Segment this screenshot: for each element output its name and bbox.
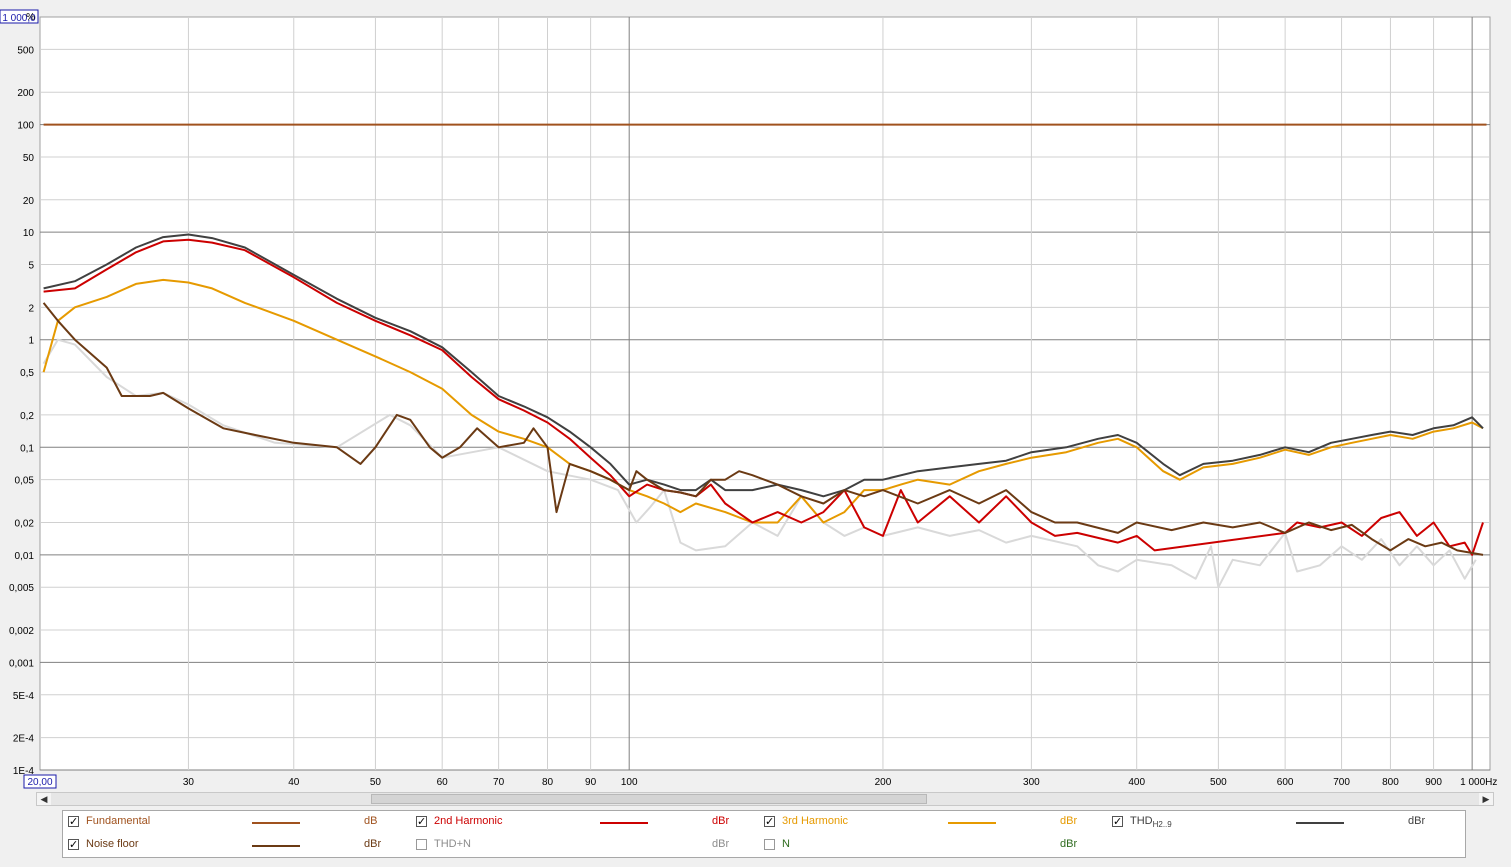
x-tick-label: 90 [585,777,597,788]
checkbox-icon[interactable]: ✓ [1112,816,1123,827]
scroll-thumb[interactable] [371,794,927,804]
legend-label: 2nd Harmonic [434,815,503,827]
y-tick-label: 0,1 [20,443,34,454]
legend-unit: dBr [364,838,382,850]
y-tick-label: 0,001 [9,658,34,669]
y-tick-label: 0,005 [9,583,34,594]
plot-area [39,16,1491,771]
legend-label: 3rd Harmonic [782,815,849,827]
thd-subscript: H2..9 [1152,820,1172,830]
legend-unit: dBr [1060,838,1078,850]
x-tick-label: 40 [288,777,300,788]
legend-unit: dBr [712,838,730,850]
legend: ✓ Fundamental dB ✓ 2nd Harmonic dBr ✓ 3r… [62,810,1466,858]
x-axis-labels: 30 40 50 60 70 80 90 100 200 300 400 500 600 700 800 90… [183,777,1498,788]
x-tick-label: 200 [875,777,892,788]
legend-label: Noise floor [86,838,139,850]
checkbox-icon[interactable]: ✓ [764,816,775,827]
checkbox-icon[interactable] [764,839,775,850]
x-tick-label: 60 [437,777,449,788]
x-tick-label: 900 [1425,777,1442,788]
x-tick-label: 50 [370,777,382,788]
y-tick-label: 5E-4 [13,691,35,702]
legend-swatch [1296,822,1344,824]
y-tick-label: 0,01 [15,551,35,562]
thd-text: THD [1130,815,1153,827]
y-tick-label: 0,002 [9,626,34,637]
x-tick-label: 800 [1382,777,1399,788]
checkbox-icon[interactable]: ✓ [68,816,79,827]
legend-label: N [782,838,790,850]
x-tick-label: 700 [1333,777,1350,788]
y-tick-label: 10 [23,228,35,239]
checkbox-icon[interactable]: ✓ [416,816,427,827]
x-tick-label: 500 [1210,777,1227,788]
horizontal-scrollbar[interactable]: ◀ ▶ [36,792,1494,806]
legend-label: Fundamental [86,815,151,827]
y-tick-label: 2 [28,303,34,314]
scroll-left-icon[interactable]: ◀ [37,793,51,805]
y-tick-label: 500 [17,45,34,56]
legend-unit: dBr [1408,815,1426,827]
x-tick-label: 30 [183,777,195,788]
x-tick-label: 100 [621,777,638,788]
x-tick-label: 80 [542,777,554,788]
checkbox-icon[interactable] [416,839,427,850]
y-tick-label: 5 [28,261,34,272]
legend-unit: dBr [1060,815,1078,827]
y-tick-label: 20 [23,196,35,207]
legend-swatch [252,845,300,847]
thd-chart[interactable]: 500 200 100 50 20 10 5 2 1 0,5 0,2 0,1 0,05 0,02 0,01 0… [0,0,1511,790]
x-tick-label: 300 [1023,777,1040,788]
scroll-right-icon[interactable]: ▶ [1479,793,1493,805]
x-tick-label: 1 000Hz [1460,777,1497,788]
y-tick-label: 0,02 [15,518,35,529]
x-tick-label: 400 [1128,777,1145,788]
x-tick-label: 600 [1277,777,1294,788]
legend-swatch [600,822,648,824]
legend-unit: dB [364,815,378,827]
legend-swatch [948,822,996,824]
y-axis-labels: 500 200 100 50 20 10 5 2 1 0,5 0,2 0,1 0,05 0,02 0,01 0… [9,45,34,777]
y-tick-label: 200 [17,88,34,99]
legend-label: THDH2..9 [1130,815,1172,829]
y-tick-label: 1 [28,336,34,347]
y-axis-unit: % [26,12,35,23]
checkbox-icon[interactable]: ✓ [68,839,79,850]
legend-unit: dBr [712,815,730,827]
x-min-label[interactable]: 20,00 [27,777,52,788]
y-tick-label: 2E-4 [13,734,35,745]
legend-label: THD+N [434,838,471,850]
y-tick-label: 0,2 [20,411,34,422]
x-tick-label: 70 [493,777,505,788]
y-tick-label: 0,05 [15,476,35,487]
legend-swatch [252,822,300,824]
y-tick-label: 0,5 [20,368,34,379]
y-tick-label: 50 [23,153,35,164]
y-tick-label: 100 [17,121,34,132]
